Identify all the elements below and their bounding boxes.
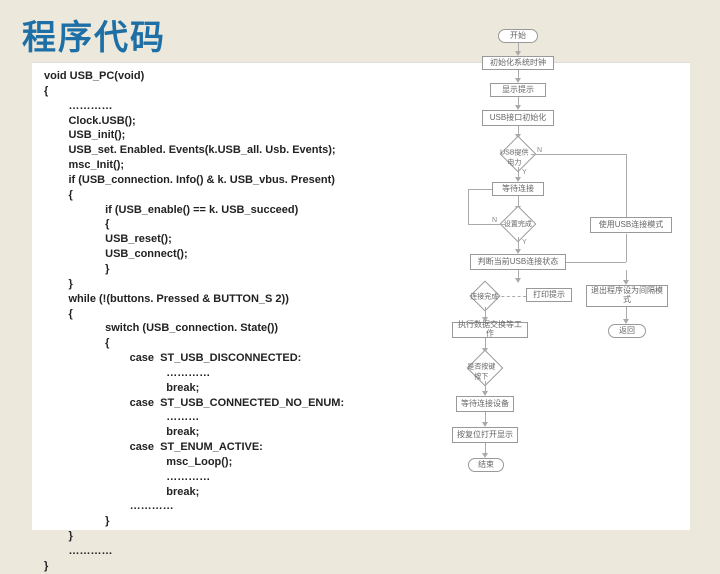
flow-end: 结束: [468, 458, 504, 472]
flow-lbl-y2: Y: [522, 239, 527, 246]
flow-lbl-n1: N: [537, 147, 542, 154]
flow-wait-conn: 等待连接: [492, 182, 544, 196]
flow-print: 打印提示: [526, 288, 572, 302]
flow-init-clock: 初始化系统时钟: [482, 56, 554, 70]
content-panel: void USB_PC(void) { ………… Clock.USB(); US…: [32, 62, 690, 530]
code-block: void USB_PC(void) { ………… Clock.USB(); US…: [44, 69, 444, 574]
flow-wait-device: 等待连接设备: [456, 396, 514, 412]
flow-judge-state: 判断当前USB连接状态: [470, 254, 566, 270]
flow-show-hint: 显示提示: [490, 83, 546, 97]
flow-usb-init: USB接口初始化: [482, 110, 554, 126]
flow-return: 返回: [608, 324, 646, 338]
flow-reset-display: 按复位打开显示: [452, 427, 518, 443]
flow-start: 开始: [498, 29, 538, 43]
flow-lbl-n2: N: [492, 217, 497, 224]
flow-exit-interval: 退出程序设为间隔模式: [586, 285, 668, 307]
flow-data-exchange: 执行数据交换等工作: [452, 322, 528, 338]
flow-lbl-y1: Y: [522, 169, 527, 176]
flowchart: 开始 初始化系统时钟 显示提示 USB接口初始化 USB提供电力 N Y 等待连…: [452, 29, 714, 525]
flow-use-usb-mode: 使用USB连接模式: [590, 217, 672, 233]
